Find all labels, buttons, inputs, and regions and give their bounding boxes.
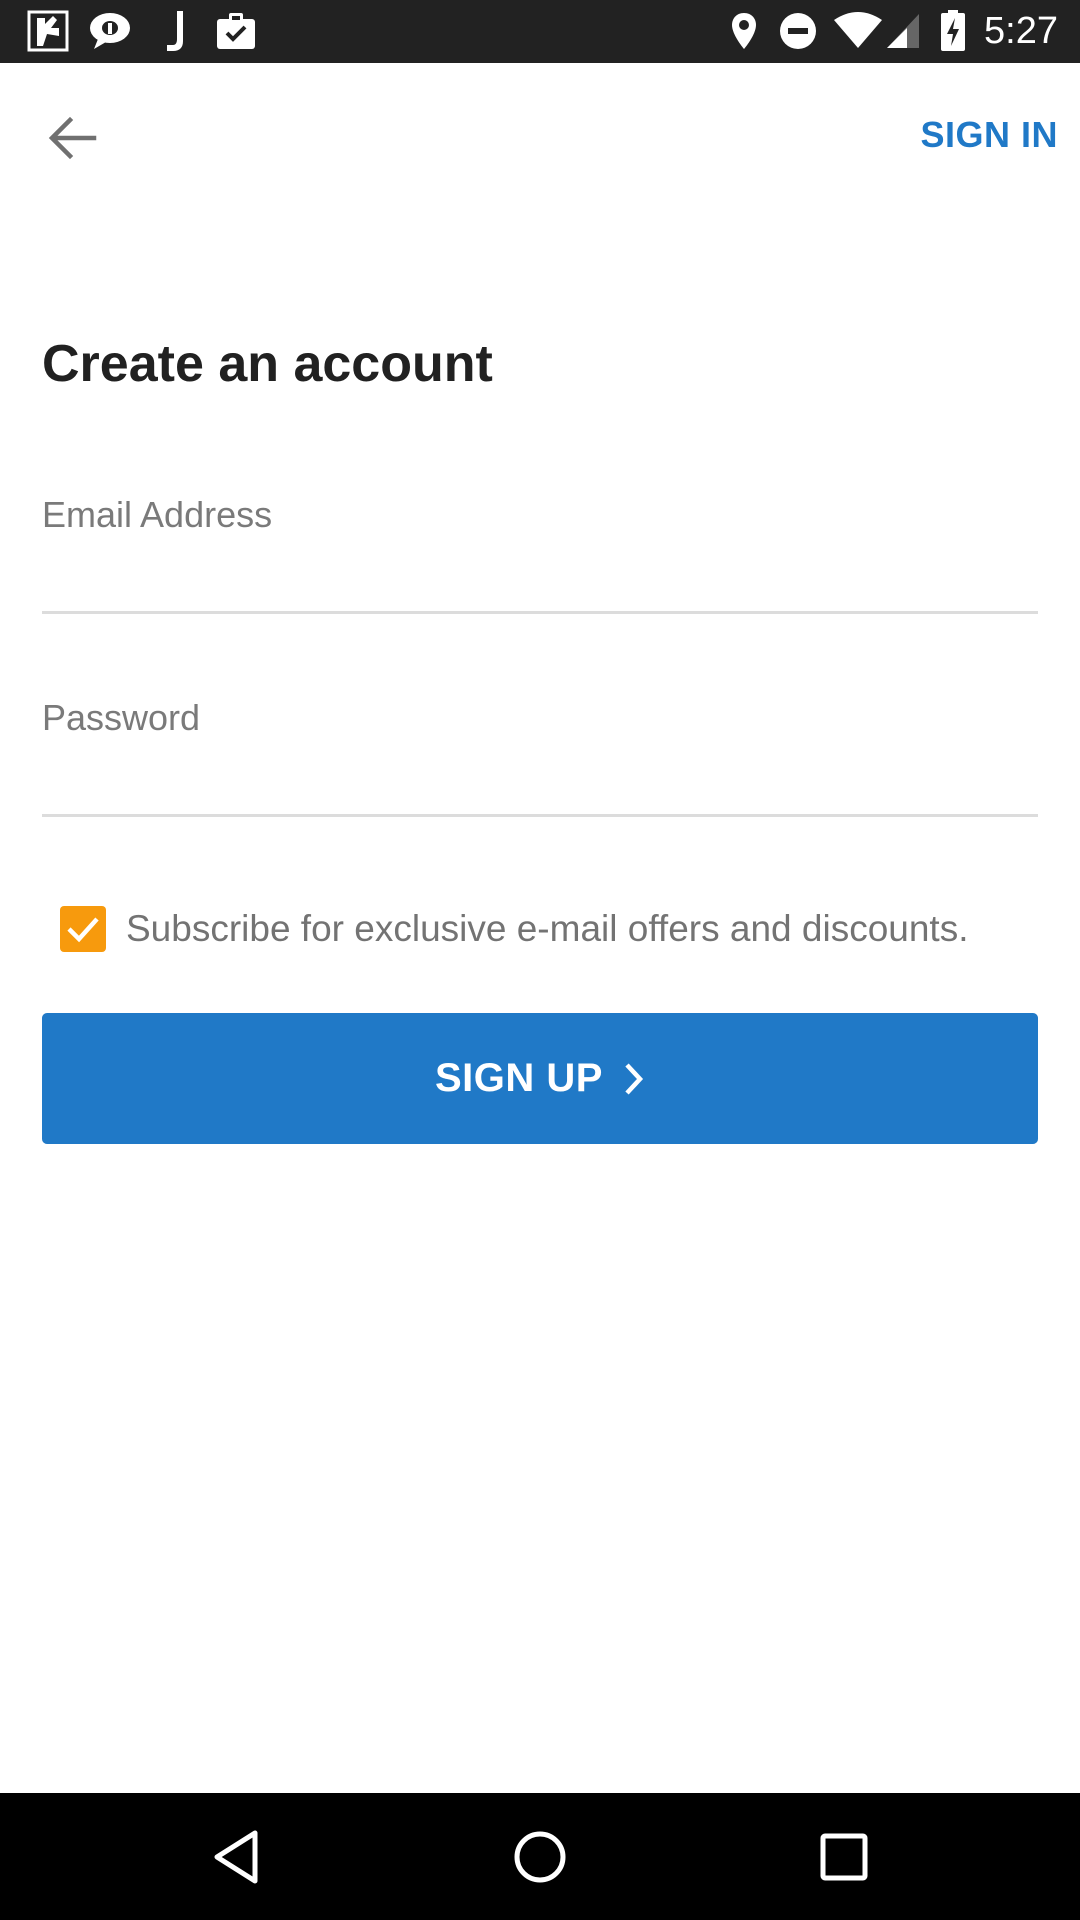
back-triangle-icon — [214, 1830, 258, 1884]
page-title: Create an account — [42, 335, 493, 393]
j-app-icon — [160, 10, 190, 52]
nav-home-button[interactable] — [498, 1815, 582, 1899]
do-not-disturb-icon — [778, 10, 818, 52]
sign-in-link[interactable]: SIGN IN — [920, 113, 1058, 157]
subscribe-checkbox[interactable] — [60, 906, 106, 952]
password-input[interactable] — [42, 681, 1038, 817]
sign-up-button[interactable]: SIGN UP — [42, 1013, 1038, 1144]
nyt-app-icon — [26, 10, 70, 52]
chevron-right-icon — [623, 1062, 645, 1096]
arrow-back-icon — [48, 116, 97, 160]
wifi-icon — [832, 10, 884, 52]
screen: 5:27 SIGN IN Create an account Subscribe… — [0, 0, 1080, 1920]
subscribe-row[interactable]: Subscribe for exclusive e-mail offers an… — [60, 905, 969, 953]
checkmark-icon — [60, 906, 106, 952]
nav-recents-button[interactable] — [802, 1815, 886, 1899]
email-field — [42, 478, 1038, 618]
password-field — [42, 681, 1038, 821]
navigation-bar — [0, 1793, 1080, 1920]
back-button[interactable] — [40, 105, 106, 171]
app-bar: SIGN IN — [0, 63, 1080, 209]
subscribe-label: Subscribe for exclusive e-mail offers an… — [126, 908, 969, 949]
home-circle-icon — [514, 1831, 566, 1883]
sign-up-label: SIGN UP — [435, 1056, 603, 1100]
cell-signal-icon — [884, 10, 922, 52]
location-pin-icon — [728, 10, 760, 52]
clipboard-check-icon — [214, 10, 258, 52]
speech-bubble-icon — [88, 10, 132, 52]
status-bar: 5:27 — [0, 0, 1080, 63]
recents-square-icon — [820, 1833, 868, 1881]
status-time: 5:27 — [984, 10, 1058, 52]
battery-charging-icon — [938, 10, 968, 52]
email-input[interactable] — [42, 478, 1038, 614]
nav-back-button[interactable] — [194, 1815, 278, 1899]
